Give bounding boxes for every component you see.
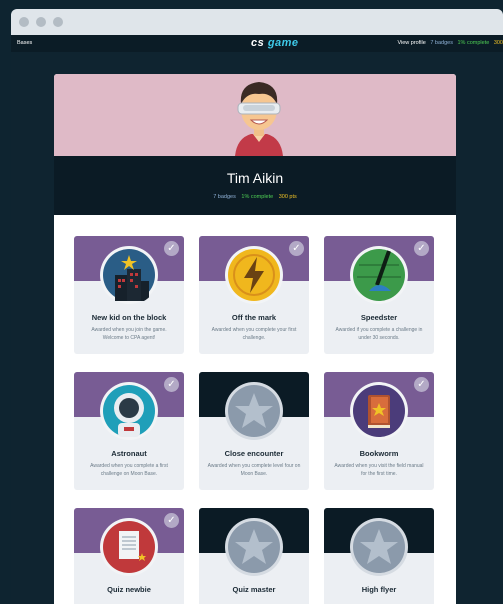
profile-points: 300 pts [278,194,297,200]
badge-card-bookworm[interactable]: ✓ Bookworm Awarded when you visit the fi… [324,372,434,490]
badge-card-off-the-mark[interactable]: ✓ Off the mark Awarded when you complete… [199,236,309,354]
nav-badges-count: 7 badges [430,40,453,46]
earned-check-icon: ✓ [414,241,429,256]
window-close-button[interactable] [19,17,29,27]
earned-check-icon: ✓ [164,513,179,528]
profile-complete-percent: 1% complete [241,194,274,200]
star-icon [225,382,283,440]
badge-description: Awarded when you complete a first challe… [90,463,168,477]
profile-stats: 7 badges 1% complete 300 pts [54,194,456,200]
profile-name: Tim Aikin [226,170,284,186]
badge-description: Awarded when you visit the field manual … [334,463,424,477]
star-icon [225,518,283,576]
top-navbar: Bases cs game View profile 7 badges 1% c… [11,35,503,52]
badge-card-new-kid[interactable]: ✓ New kid on the block Awarded when you … [74,236,184,354]
nav-complete-percent: 1% complete [457,40,490,46]
brand-game: game [267,37,299,49]
badge-title: Quiz master [232,585,276,594]
star-icon [350,518,408,576]
user-avatar [235,82,283,156]
badge-description: Awarded if you complete a challenge in u… [335,327,423,341]
window-maximize-button[interactable] [53,17,63,27]
nav-link-bases[interactable]: Bases [17,40,32,46]
badge-description: Awarded when you complete level four on … [207,463,301,477]
profile-hero [54,74,456,156]
badge-title: Astronaut [111,449,147,458]
badge-card-astronaut[interactable]: ✓ Astronaut Awarded when you complete a … [74,372,184,490]
badge-title: Off the mark [231,313,277,322]
nav-user-summary: View profile 7 badges 1% complete 300 [394,40,503,46]
profile-summary: Tim Aikin 7 badges 1% complete 300 pts [54,156,456,215]
astronaut-icon [100,382,158,440]
view-profile-link[interactable]: View profile [397,40,425,46]
profile-card: Tim Aikin 7 badges 1% complete 300 pts ✓… [54,74,456,604]
profile-badges-count: 7 badges [213,194,236,200]
earned-check-icon: ✓ [164,377,179,392]
earned-check-icon: ✓ [164,241,179,256]
nav-points: 300 [493,40,503,46]
badge-title: Close encounter [224,449,284,458]
quiz-paper-icon [100,518,158,576]
badge-card-quiz-newbie[interactable]: ✓ Quiz newbie [74,508,184,604]
badge-description: Awarded when you join the game. Welcome … [91,327,167,341]
badge-card-close-encounter[interactable]: Close encounter Awarded when you complet… [199,372,309,490]
badge-card-high-flyer[interactable]: High flyer [324,508,434,604]
badge-title: New kid on the block [91,313,167,322]
lightning-icon [225,246,283,304]
badge-title: Quiz newbie [107,585,151,594]
badge-card-quiz-master[interactable]: Quiz master [199,508,309,604]
stopwatch-icon [350,246,408,304]
earned-check-icon: ✓ [289,241,304,256]
badge-title: High flyer [361,585,397,594]
badge-card-speedster[interactable]: ✓ Speedster Awarded if you complete a ch… [324,236,434,354]
window-minimize-button[interactable] [36,17,46,27]
book-icon [350,382,408,440]
brand-logo[interactable]: cs game [251,37,299,49]
badge-title: Bookworm [359,449,399,458]
badge-description: Awarded when you complete your first cha… [211,327,297,341]
earned-check-icon: ✓ [414,377,429,392]
brand-cs: cs [251,37,265,49]
badge-title: Speedster [360,313,398,322]
city-star-icon [100,246,158,304]
window-titlebar [11,9,503,35]
